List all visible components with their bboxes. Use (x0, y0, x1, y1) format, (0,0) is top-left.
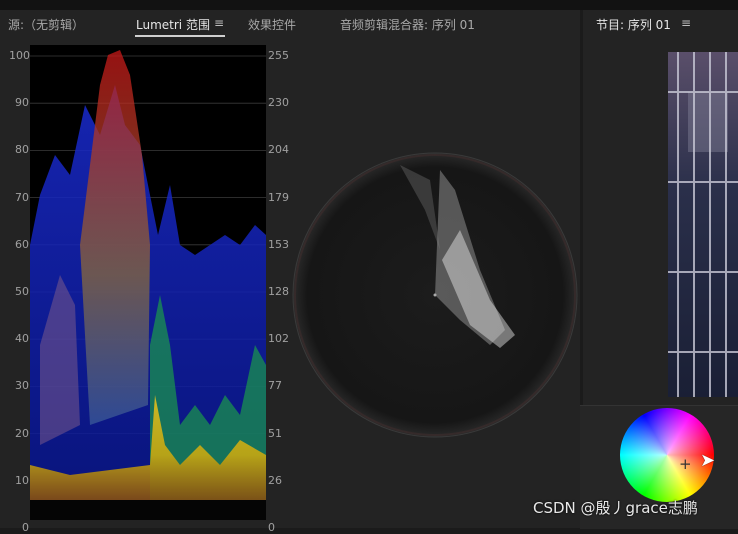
watermark: CSDN @殷丿grace志鹏 (533, 499, 698, 517)
waveform-left-tick: 100 (9, 49, 30, 62)
waveform-left-tick: 90 (15, 96, 29, 110)
waveform-left-tick: 70 (15, 190, 29, 204)
waveform-right-tick: 204 (268, 143, 289, 157)
left-tabbar: 源:（无剪辑） Lumetri 范围 ≡ 效果控件 音频剪辑混合器: 序列 01 (0, 10, 580, 38)
tab-effect-controls[interactable]: 效果控件 (248, 16, 296, 33)
waveform-right-tick: 26 (268, 473, 282, 487)
waveform-right-tick: 230 (268, 96, 289, 110)
tab-audio-clip-mixer[interactable]: 音频剪辑混合器: 序列 01 (340, 16, 475, 33)
program-menu-icon[interactable]: ≡ (681, 16, 691, 30)
waveform-left-tick: 30 (15, 379, 29, 393)
waveform-right-tick: 102 (268, 332, 289, 346)
tab-lumetri-scopes[interactable]: Lumetri 范围 (136, 16, 210, 33)
program-preview-image (668, 52, 738, 397)
waveform-right-tick: 153 (268, 237, 289, 251)
crosshair-icon: + (679, 455, 692, 473)
mouse-cursor-icon: ➤ (700, 450, 716, 471)
waveform-left-tick: 10 (15, 473, 29, 487)
active-tab-underline (135, 35, 225, 37)
waveform-scope (30, 45, 266, 520)
tab-program[interactable]: 节目: 序列 01 (596, 16, 671, 33)
waveform-right-tick: 255 (268, 49, 289, 62)
waveform-right-tick: 51 (268, 426, 282, 440)
waveform-left-tick: 80 (15, 143, 29, 157)
waveform-left-tick: 60 (15, 237, 29, 251)
top-strip (0, 0, 738, 10)
waveform-right-tick: 179 (268, 190, 289, 204)
waveform-right-tick: 77 (268, 379, 282, 393)
waveform-right-tick: 128 (268, 285, 289, 298)
right-tabbar: 节目: 序列 01 ≡ (583, 10, 738, 38)
waveform-left-tick: 40 (15, 332, 29, 346)
panel-menu-icon[interactable]: ≡ (214, 16, 224, 30)
tab-source[interactable]: 源:（无剪辑） (8, 16, 84, 33)
waveform-left-tick: 20 (15, 426, 29, 440)
vectorscope (292, 152, 578, 438)
waveform-left-tick: 50 (15, 285, 29, 298)
